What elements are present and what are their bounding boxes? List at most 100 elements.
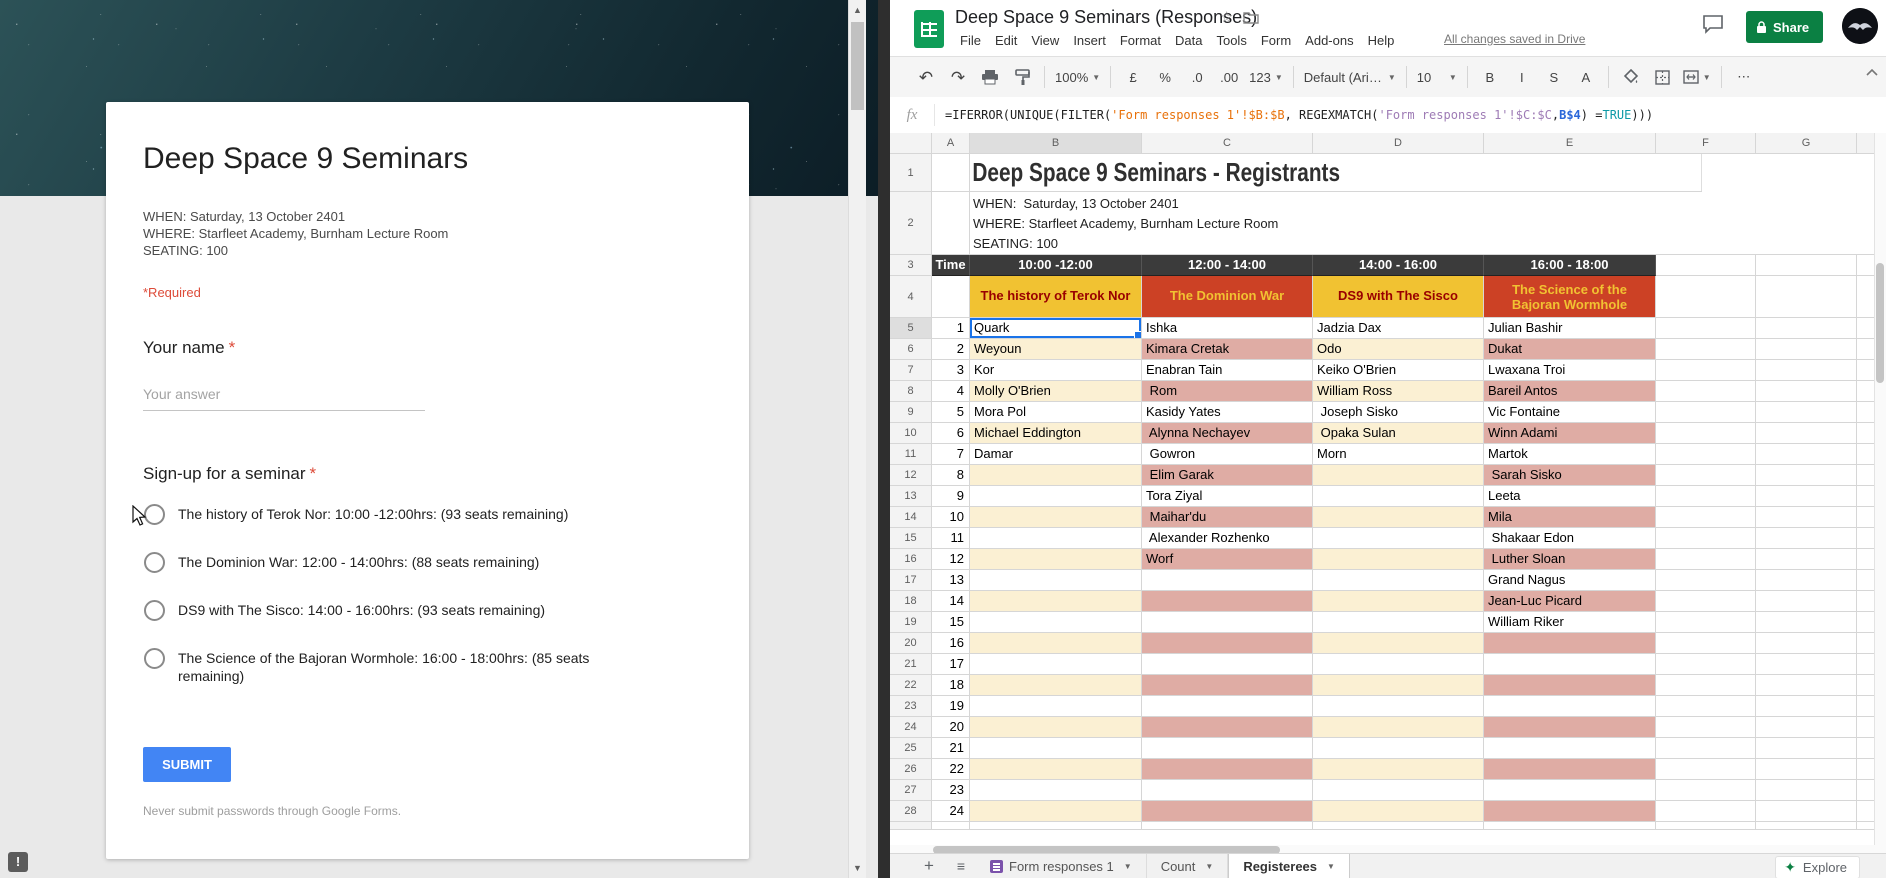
- row-header[interactable]: 8: [890, 381, 932, 402]
- grid-cell[interactable]: Weyoun: [970, 339, 1142, 360]
- redo-button[interactable]: ↷: [942, 64, 974, 90]
- grid-cell[interactable]: 21: [932, 738, 970, 759]
- grid-cell[interactable]: 12:00 - 14:00: [1142, 255, 1313, 276]
- grid-cell[interactable]: [1142, 738, 1313, 759]
- grid-cell[interactable]: 14: [932, 591, 970, 612]
- grid-cell[interactable]: [1756, 759, 1857, 780]
- grid-cell[interactable]: 14:00 - 16:00: [1313, 255, 1484, 276]
- submit-button[interactable]: SUBMIT: [143, 747, 231, 782]
- grid-cell[interactable]: [1142, 591, 1313, 612]
- grid-cell[interactable]: 13: [932, 570, 970, 591]
- row-header[interactable]: 16: [890, 549, 932, 570]
- row-header[interactable]: 12: [890, 465, 932, 486]
- grid-cell[interactable]: 20: [932, 717, 970, 738]
- grid-cell[interactable]: [932, 276, 970, 318]
- select-all-corner[interactable]: [890, 133, 932, 154]
- grid-cell[interactable]: [1756, 738, 1857, 759]
- menu-item-form[interactable]: Form: [1254, 30, 1298, 51]
- grid-cell[interactable]: [1756, 486, 1857, 507]
- grid-cell[interactable]: [1656, 255, 1756, 276]
- grid-cell[interactable]: 18: [932, 675, 970, 696]
- grid-cell[interactable]: [1656, 465, 1756, 486]
- grid-cell[interactable]: 2: [932, 339, 970, 360]
- sheet-tab-form-responses-1[interactable]: Form responses 1 ▼: [976, 854, 1147, 878]
- grid-cell[interactable]: [932, 154, 970, 192]
- grid-cell[interactable]: [1656, 402, 1756, 423]
- increase-decimal-button[interactable]: .00: [1213, 64, 1245, 90]
- grid-cell[interactable]: [1756, 570, 1857, 591]
- scrollbar-thumb[interactable]: [851, 22, 864, 110]
- grid-cell[interactable]: Alexander Rozhenko: [1142, 528, 1313, 549]
- row-header[interactable]: 17: [890, 570, 932, 591]
- grid-cell[interactable]: [1313, 696, 1484, 717]
- grid-cell[interactable]: 4: [932, 381, 970, 402]
- row-header[interactable]: 18: [890, 591, 932, 612]
- radio-button-icon[interactable]: [144, 552, 165, 573]
- grid-cell[interactable]: [1656, 612, 1756, 633]
- grid-cell[interactable]: [1756, 360, 1857, 381]
- column-header-G[interactable]: G: [1756, 133, 1857, 154]
- grid-cell[interactable]: [1484, 675, 1656, 696]
- grid-cell[interactable]: [1756, 528, 1857, 549]
- menu-item-tools[interactable]: Tools: [1209, 30, 1253, 51]
- save-status-link[interactable]: All changes saved in Drive: [1444, 32, 1585, 46]
- column-header-E[interactable]: E: [1484, 133, 1656, 154]
- more-toolbar-button[interactable]: ⋯: [1728, 64, 1760, 90]
- grid-cell[interactable]: [970, 675, 1142, 696]
- column-header-C[interactable]: C: [1142, 133, 1313, 154]
- spreadsheet-grid[interactable]: A B C D E F G 1 Deep Space 9 Seminars - Registra…: [890, 133, 1886, 845]
- grid-cell[interactable]: [1484, 801, 1656, 822]
- row-header[interactable]: 5: [890, 318, 932, 339]
- scrollbar-thumb[interactable]: [1876, 263, 1884, 383]
- menu-item-help[interactable]: Help: [1361, 30, 1402, 51]
- grid-cell[interactable]: [1484, 633, 1656, 654]
- grid-cell[interactable]: [1656, 759, 1756, 780]
- grid-cell[interactable]: [1656, 717, 1756, 738]
- seminar-header-cell[interactable]: DS9 with The Sisco: [1313, 276, 1484, 318]
- zoom-select[interactable]: 100% ▼: [1051, 64, 1104, 90]
- row-header[interactable]: 20: [890, 633, 932, 654]
- grid-cell[interactable]: [970, 696, 1142, 717]
- grid-cell[interactable]: [1656, 360, 1756, 381]
- undo-button[interactable]: ↶: [910, 64, 942, 90]
- grid-cell[interactable]: [970, 486, 1142, 507]
- grid-cell[interactable]: [970, 528, 1142, 549]
- sheet-tab-registerees[interactable]: Registerees ▼: [1228, 854, 1350, 878]
- grid-cell[interactable]: 12: [932, 549, 970, 570]
- italic-button[interactable]: I: [1506, 64, 1538, 90]
- grid-cell[interactable]: [1313, 612, 1484, 633]
- strikethrough-button[interactable]: S: [1538, 64, 1570, 90]
- grid-cell[interactable]: [1142, 759, 1313, 780]
- grid-cell[interactable]: 5: [932, 402, 970, 423]
- row-header[interactable]: 9: [890, 402, 932, 423]
- bold-button[interactable]: B: [1474, 64, 1506, 90]
- sheet-tab-count[interactable]: Count ▼: [1147, 854, 1229, 878]
- grid-cell[interactable]: [1142, 612, 1313, 633]
- grid-cell[interactable]: Jean-Luc Picard: [1484, 591, 1656, 612]
- format-currency-button[interactable]: £: [1117, 64, 1149, 90]
- menu-item-edit[interactable]: Edit: [988, 30, 1024, 51]
- grid-cell[interactable]: [970, 654, 1142, 675]
- grid-cell[interactable]: [1656, 801, 1756, 822]
- formula-text[interactable]: =IFERROR(UNIQUE(FILTER('Form responses 1…: [935, 108, 1653, 122]
- grid-cell[interactable]: [1756, 276, 1857, 318]
- sheets-logo-icon[interactable]: [914, 10, 944, 48]
- row-header[interactable]: 7: [890, 360, 932, 381]
- grid-cell[interactable]: Elim Garak: [1142, 465, 1313, 486]
- row-header[interactable]: 3: [890, 255, 932, 276]
- grid-cell[interactable]: Dukat: [1484, 339, 1656, 360]
- grid-cell[interactable]: [1656, 654, 1756, 675]
- grid-cell[interactable]: [1656, 339, 1756, 360]
- grid-cell[interactable]: [970, 738, 1142, 759]
- grid-cell[interactable]: 19: [932, 696, 970, 717]
- row-header[interactable]: 26: [890, 759, 932, 780]
- column-header-A[interactable]: A: [932, 133, 970, 154]
- form-scrollbar[interactable]: ▲ ▼: [848, 0, 866, 878]
- grid-cell[interactable]: William Riker: [1484, 612, 1656, 633]
- row-header[interactable]: 22: [890, 675, 932, 696]
- row-header[interactable]: [890, 822, 932, 830]
- grid-cell[interactable]: [970, 591, 1142, 612]
- row-header[interactable]: 4: [890, 276, 932, 318]
- grid-cell[interactable]: [1142, 675, 1313, 696]
- menu-item-add-ons[interactable]: Add-ons: [1298, 30, 1360, 51]
